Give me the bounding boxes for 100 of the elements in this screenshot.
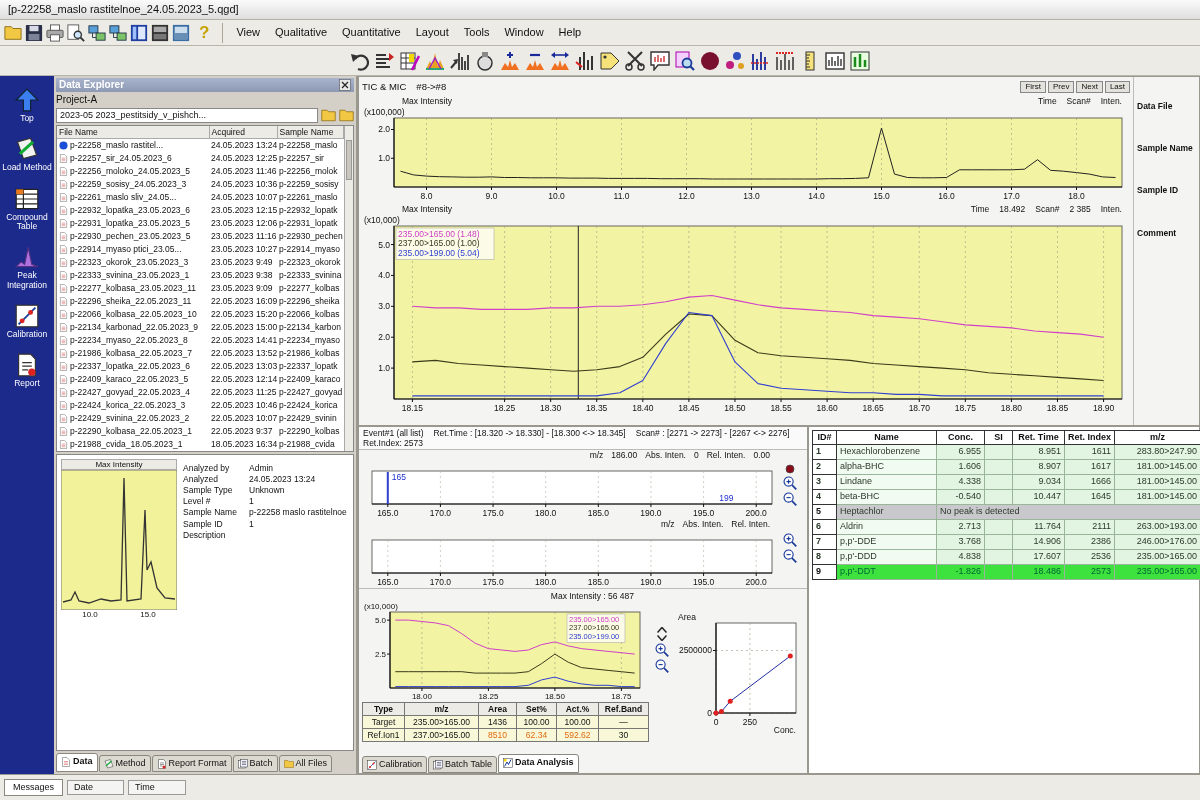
- compound-row[interactable]: 2 alpha-BHC 1.606 8.907 1617 181.00>145.00: [812, 459, 1200, 475]
- file-name[interactable]: p-22277_kolbasa_23.05.2023_11: [70, 283, 197, 294]
- file-name[interactable]: p-22424_korica_22.05.2023_3: [70, 400, 186, 411]
- file-name[interactable]: p-22914_myaso ptici_23.05...: [70, 244, 182, 255]
- file-name[interactable]: p-22290_kolbasa_22.05.2023_1: [70, 426, 192, 437]
- nav-button[interactable]: Prev: [1047, 81, 1075, 93]
- compound-row[interactable]: 8 p,p'-DDD 4.838 17.607 2536 235.00>165.00: [812, 549, 1200, 565]
- assistant-item[interactable]: Calibration: [6, 330, 48, 340]
- nav-button[interactable]: First: [1020, 81, 1046, 93]
- compound-row[interactable]: 6 Aldrin 2.713 11.764 2111 263.00>193.00: [812, 519, 1200, 535]
- column-header[interactable]: Conc.: [936, 430, 985, 445]
- compound-row[interactable]: 9 p,p'-DDT -1.826 18.486 2573 235.00>165.00: [812, 564, 1200, 580]
- column-header[interactable]: ID#: [812, 430, 837, 445]
- window-layout-icon[interactable]: [151, 23, 169, 42]
- column-header[interactable]: Sample Name: [277, 126, 343, 139]
- compound-row[interactable]: 5 Heptachlor No peak is detected: [812, 504, 1200, 520]
- list-icon[interactable]: [375, 50, 395, 71]
- record-icon[interactable]: [785, 464, 795, 475]
- bar-chart-icon[interactable]: [850, 50, 870, 71]
- chevron-down-icon[interactable]: [657, 635, 667, 642]
- column-header[interactable]: Name: [836, 430, 937, 445]
- circle-icon[interactable]: [700, 50, 720, 71]
- zoom-out-icon[interactable]: [783, 492, 797, 507]
- file-name[interactable]: p-22323_okorok_23.05.2023_3: [70, 257, 189, 268]
- file-name[interactable]: p-22257_sir_24.05.2023_6: [70, 153, 172, 164]
- menu-item[interactable]: Quantitative: [336, 23, 407, 42]
- file-name[interactable]: p-22234_myaso_22.05.2023_8: [70, 335, 188, 346]
- file-name[interactable]: p-22409_karaco_22.05.2023_5: [70, 374, 189, 385]
- up-arrow-icon[interactable]: [15, 88, 39, 112]
- baseline-icon[interactable]: [775, 50, 795, 71]
- scrollbar[interactable]: [343, 126, 353, 451]
- path-field[interactable]: 2023-05 2023_pestitsidy_v_pishch...: [56, 108, 318, 123]
- file-name[interactable]: p-22932_lopatka_23.05.2023_6: [70, 205, 191, 216]
- dots-icon[interactable]: [725, 50, 745, 71]
- peak-width-icon[interactable]: [550, 50, 570, 71]
- document-icon[interactable]: [15, 137, 39, 162]
- file-name[interactable]: p-22259_sosisy_24.05.2023_3: [70, 179, 187, 190]
- print-preview-icon[interactable]: [67, 23, 85, 42]
- menu-item[interactable]: Qualitative: [269, 23, 334, 42]
- menu-item[interactable]: Window: [498, 23, 550, 42]
- compound-row[interactable]: 7 p,p'-DDE 3.768 14.906 2386 246.00>176.00: [812, 534, 1200, 550]
- chevron-up-icon[interactable]: [657, 627, 667, 634]
- assistant-item[interactable]: Top: [20, 114, 34, 124]
- tab[interactable]: Method: [98, 755, 151, 772]
- assistant-item[interactable]: Load Method: [2, 163, 52, 173]
- column-header[interactable]: Ret. Index: [1064, 430, 1115, 445]
- assistant-item[interactable]: Compound Table: [0, 212, 54, 232]
- column-header[interactable]: File Name: [57, 126, 209, 139]
- table-icon[interactable]: [15, 186, 39, 211]
- save-icon[interactable]: [25, 23, 43, 42]
- menu-item[interactable]: Tools: [457, 23, 496, 42]
- calibration-curve-icon[interactable]: [15, 304, 39, 329]
- file-name[interactable]: p-21988_cvida_18.05.2023_1: [70, 439, 183, 450]
- magnifier-icon[interactable]: [675, 50, 695, 71]
- file-name[interactable]: p-22261_maslo sliv_24.05...: [70, 192, 177, 203]
- spectrum-icon[interactable]: [450, 50, 470, 71]
- tab[interactable]: Data: [56, 753, 98, 772]
- file-name[interactable]: p-22930_pechen_23.05.2023_5: [70, 231, 191, 242]
- menu-item[interactable]: Help: [552, 23, 588, 42]
- computers-icon[interactable]: [109, 23, 127, 42]
- chart-note-icon[interactable]: [650, 50, 670, 71]
- file-name[interactable]: p-22066_kolbasa_22.05.2023_10: [70, 309, 197, 320]
- nav-button[interactable]: Next: [1076, 81, 1103, 93]
- column-header[interactable]: Acquired: [209, 126, 277, 139]
- menu-item[interactable]: View: [230, 23, 267, 42]
- file-name[interactable]: p-22296_sheika_22.05.2023_11: [70, 296, 192, 307]
- scroll-thumb[interactable]: [345, 140, 352, 180]
- zoom-in-icon[interactable]: [655, 643, 669, 658]
- assistant-item[interactable]: Peak Integration: [0, 271, 54, 291]
- file-name[interactable]: p-22427_govyad_22.05.2023_4: [70, 387, 191, 398]
- assistant-item[interactable]: Report: [14, 379, 40, 389]
- zoom-in-icon[interactable]: [783, 476, 797, 491]
- threshold-icon[interactable]: [750, 50, 770, 71]
- tab[interactable]: Report Format: [151, 755, 232, 772]
- close-icon[interactable]: [339, 79, 351, 91]
- tab[interactable]: Messages: [4, 779, 64, 796]
- file-name[interactable]: p-22333_svinina_23.05.2023_1: [70, 270, 190, 281]
- column-header[interactable]: m/z: [1114, 430, 1200, 445]
- file-name[interactable]: p-21986_kolbasa_22.05.2023_7: [70, 348, 192, 359]
- column-header[interactable]: SI: [984, 430, 1013, 445]
- zoom-out-icon[interactable]: [783, 549, 797, 564]
- zoom-out-icon[interactable]: [655, 659, 669, 674]
- table-edit-icon[interactable]: [400, 50, 420, 71]
- window-layout-icon[interactable]: [130, 23, 148, 42]
- file-name[interactable]: p-22258_maslo rastitel...: [70, 140, 164, 151]
- report-icon[interactable]: [15, 353, 39, 378]
- tab[interactable]: Batch: [232, 755, 278, 772]
- file-name[interactable]: p-22256_moloko_24.05.2023_5: [70, 166, 191, 177]
- tab[interactable]: Batch Table: [428, 756, 497, 773]
- zoom-in-icon[interactable]: [783, 533, 797, 548]
- tab[interactable]: Calibration: [362, 756, 428, 773]
- bar-chart-icon[interactable]: [825, 50, 845, 71]
- scissors-icon[interactable]: [625, 50, 645, 71]
- file-name[interactable]: p-22429_svinina_22.05.2023_2: [70, 413, 190, 424]
- peak-plus-icon[interactable]: [500, 50, 520, 71]
- menu-item[interactable]: Layout: [409, 23, 455, 42]
- folder-icon[interactable]: [4, 23, 22, 42]
- nav-button[interactable]: Last: [1104, 81, 1130, 93]
- tab[interactable]: Data Analysis: [497, 754, 579, 773]
- file-name[interactable]: p-22337_lopatka_22.05.2023_6: [70, 361, 191, 372]
